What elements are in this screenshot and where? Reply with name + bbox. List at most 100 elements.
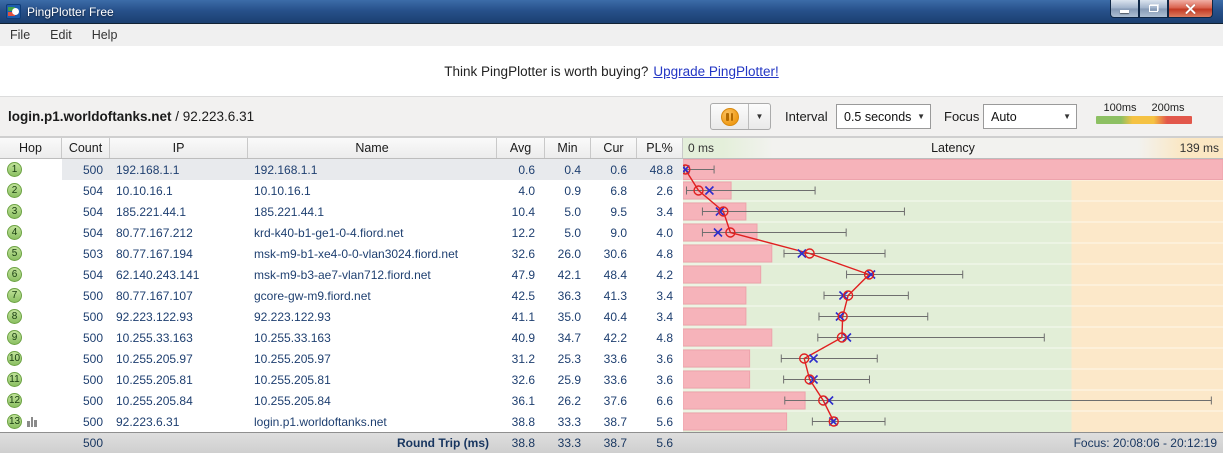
cell-name: 10.255.205.84 <box>254 393 331 408</box>
header-cur[interactable]: Cur <box>591 138 637 158</box>
cell-count: 504 <box>82 267 103 282</box>
header-ip[interactable]: IP <box>110 138 248 158</box>
menu-edit[interactable]: Edit <box>40 26 82 44</box>
cell-min: 0.4 <box>545 159 591 180</box>
minimize-button[interactable] <box>1110 0 1139 18</box>
hop-cell: 5 <box>0 243 62 264</box>
footer-count: 500 <box>82 436 103 450</box>
cell-avg: 10.4 <box>511 204 535 219</box>
focus-select[interactable]: Auto ▼ <box>983 104 1077 129</box>
cell-pl: 3.4 <box>656 204 673 219</box>
target-host: login.p1.worldoftanks.net <box>8 109 172 124</box>
cell-min: 25.9 <box>557 372 581 387</box>
close-button[interactable] <box>1168 0 1213 18</box>
cell-ip: 10.10.16.1 <box>116 183 173 198</box>
interval-label: Interval <box>785 109 828 124</box>
pause-button[interactable] <box>711 104 749 129</box>
cell-count: 503 <box>82 246 103 261</box>
cell-cur: 33.6 <box>603 372 627 387</box>
legend-gradient-bar <box>1096 116 1192 124</box>
hop-badge: 5 <box>7 246 22 261</box>
cell-name: msk-m9-b1-xe4-0-0-vlan3024.fiord.net <box>254 246 459 261</box>
hop-table: 1 500 192.168.1.1 192.168.1.1 0.6 0.4 0.… <box>0 159 1223 432</box>
latency-max-label: 139 ms <box>1179 141 1219 155</box>
cell-cur: 30.6 <box>603 246 627 261</box>
title-bar: PingPlotter Free <box>0 0 1223 24</box>
latency-color-legend: 100ms 200ms <box>1096 102 1192 124</box>
hop-cell: 4 <box>0 222 62 243</box>
header-min[interactable]: Min <box>545 138 591 158</box>
pause-dropdown-button[interactable]: ▼ <box>749 104 770 129</box>
cell-cur: 37.6 <box>603 393 627 408</box>
cell-cur: 38.7 <box>603 414 627 429</box>
cell-avg: 38.8 <box>511 414 535 429</box>
header-hop[interactable]: Hop <box>0 138 62 158</box>
cell-name: 10.255.33.163 <box>254 330 331 345</box>
header-count[interactable]: Count <box>62 138 110 158</box>
cell-pl: 4.2 <box>656 267 673 282</box>
cell-count: 500 <box>82 393 103 408</box>
latency-header: 0 ms Latency 139 ms <box>683 138 1223 158</box>
cell-ip: 10.255.205.84 <box>116 393 193 408</box>
pause-icon <box>720 107 739 126</box>
hop-badge: 7 <box>7 288 22 303</box>
hop-cell: 3 <box>0 201 62 222</box>
cell-avg: 31.2 <box>511 351 535 366</box>
cell-cur: 40.4 <box>603 309 627 324</box>
cell-pl: 4.0 <box>656 225 673 240</box>
maximize-button[interactable] <box>1139 0 1168 18</box>
cell-pl: 3.6 <box>656 351 673 366</box>
cell-pl: 4.8 <box>656 330 673 345</box>
focus-label: Focus <box>944 109 980 124</box>
cell-name: msk-m9-b3-ae7-vlan712.fiord.net <box>254 267 431 282</box>
hop-badge: 4 <box>7 225 22 240</box>
cell-min: 42.1 <box>557 267 581 282</box>
cell-avg: 36.1 <box>511 393 535 408</box>
cell-pl: 48.8 <box>637 159 683 180</box>
hop-cell: 8 <box>0 306 62 327</box>
hop-cell: 6 <box>0 264 62 285</box>
cell-avg: 47.9 <box>511 267 535 282</box>
cell-avg: 0.6 <box>497 159 545 180</box>
cell-count: 500 <box>82 330 103 345</box>
cell-cur: 42.2 <box>603 330 627 345</box>
cell-ip: 62.140.243.141 <box>116 267 200 282</box>
cell-count: 500 <box>82 414 103 429</box>
menu-help[interactable]: Help <box>82 26 128 44</box>
menu-file[interactable]: File <box>0 26 40 44</box>
target-ip: / 92.223.6.31 <box>171 109 255 124</box>
cell-count: 500 <box>82 288 103 303</box>
header-pl[interactable]: PL% <box>637 138 683 158</box>
cell-cur: 0.6 <box>591 159 637 180</box>
upgrade-link[interactable]: Upgrade PingPlotter! <box>653 64 778 79</box>
cell-count: 500 <box>82 309 103 324</box>
hop-cell: 10 <box>0 348 62 369</box>
cell-avg: 4.0 <box>518 183 535 198</box>
cell-name: 185.221.44.1 <box>254 204 325 219</box>
cell-pl: 5.6 <box>656 414 673 429</box>
cell-min: 0.9 <box>564 183 581 198</box>
bar-chart-icon <box>27 416 37 427</box>
cell-count: 504 <box>82 204 103 219</box>
cell-avg: 41.1 <box>511 309 535 324</box>
cell-min: 25.3 <box>557 351 581 366</box>
cell-ip: 185.221.44.1 <box>116 204 187 219</box>
toolbar: login.p1.worldoftanks.net / 92.223.6.31 … <box>0 96 1223 137</box>
hop-cell: 7 <box>0 285 62 306</box>
header-name[interactable]: Name <box>248 138 497 158</box>
cell-avg: 12.2 <box>511 225 535 240</box>
grid-header: Hop Count IP Name Avg Min Cur PL% 0 ms L… <box>0 137 1223 159</box>
cell-ip: 92.223.6.31 <box>116 414 180 429</box>
interval-select[interactable]: 0.5 seconds ▼ <box>836 104 931 129</box>
cell-pl: 6.6 <box>656 393 673 408</box>
cell-ip: 92.223.122.93 <box>116 309 193 324</box>
cell-cur: 41.3 <box>603 288 627 303</box>
cell-min: 34.7 <box>557 330 581 345</box>
cell-min: 5.0 <box>564 204 581 219</box>
footer-avg: 38.8 <box>511 436 535 450</box>
upgrade-banner: Think PingPlotter is worth buying? Upgra… <box>0 46 1223 96</box>
latency-graph <box>680 159 1223 432</box>
hop-badge: 9 <box>7 330 22 345</box>
legend-100ms: 100ms <box>1103 102 1137 114</box>
header-avg[interactable]: Avg <box>497 138 545 158</box>
